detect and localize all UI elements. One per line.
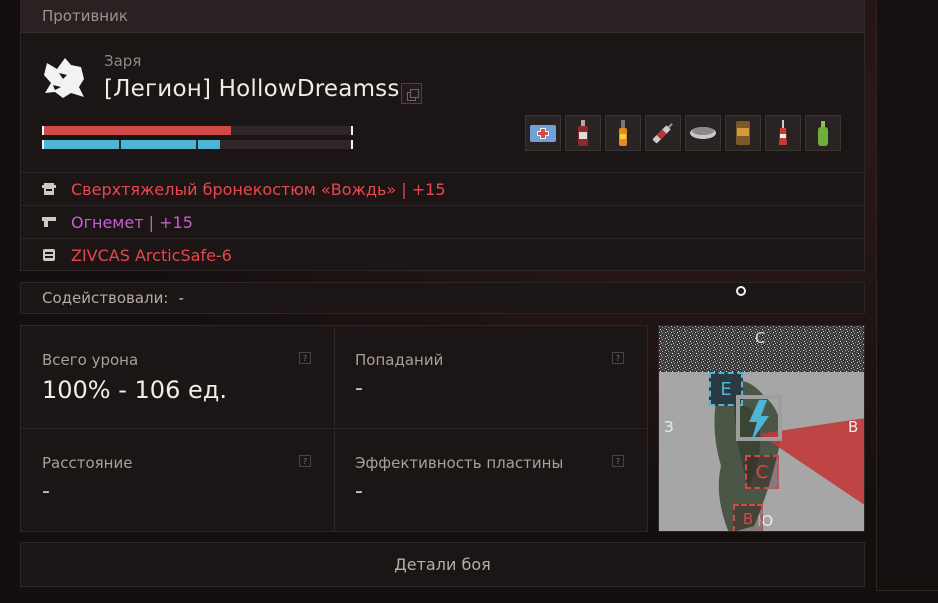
flare-icon[interactable] xyxy=(605,115,641,151)
armor-segment xyxy=(44,140,119,149)
stat-total-damage-label: Всего урона xyxy=(42,351,139,369)
armor-segment xyxy=(120,140,196,149)
opponent-panel: Противник Заря [Легион] HollowDreamss Св… xyxy=(20,0,865,271)
compass-east: В xyxy=(848,418,859,436)
player-rank: Заря xyxy=(104,52,142,70)
compass-west: З xyxy=(664,418,674,436)
consumables-row xyxy=(525,115,841,151)
stat-hits-label: Попаданий xyxy=(355,351,444,369)
panel-header: Противник xyxy=(21,0,864,33)
armor-icon xyxy=(42,183,56,195)
marker-e-label: E xyxy=(720,378,732,400)
health-bar xyxy=(42,126,353,135)
pills-icon[interactable] xyxy=(685,115,721,151)
player-position-icon xyxy=(736,395,782,442)
stat-plate-efficiency-value: - xyxy=(355,479,363,504)
stat-distance: Расстояние ? - xyxy=(21,429,334,532)
equipment-armor-label: Сверхтяжелый бронекостюм «Вождь» | +15 xyxy=(71,179,446,199)
marker-c-label: C xyxy=(755,461,769,483)
container-icon xyxy=(43,249,55,261)
battle-details-button[interactable]: Детали боя xyxy=(20,542,865,587)
hit-direction-map: С З В Ю E C B xyxy=(658,325,865,532)
help-icon[interactable]: ? xyxy=(299,455,311,467)
stat-hits-value: - xyxy=(355,376,363,401)
equipment-weapon-label: Огнемет | +15 xyxy=(71,212,193,232)
marker-b: B xyxy=(733,504,763,531)
status-bars xyxy=(42,126,353,154)
equipment-container[interactable]: ZIVCAS ArcticSafe-6 xyxy=(21,238,864,271)
stat-total-damage: Всего урона ? 100% - 106 ед. xyxy=(21,326,334,429)
stat-plate-efficiency: Эффективность пластины ? - xyxy=(334,429,647,532)
medkit-icon[interactable] xyxy=(525,115,561,151)
marker-c: C xyxy=(745,455,779,489)
stat-distance-label: Расстояние xyxy=(42,454,133,472)
health-bar-fill xyxy=(44,126,232,135)
help-icon[interactable]: ? xyxy=(612,352,624,364)
assisted-label: Содействовали: xyxy=(42,289,169,307)
equipment-armor[interactable]: Сверхтяжелый бронекостюм «Вождь» | +15 xyxy=(21,172,864,205)
assisted-value: - xyxy=(178,289,184,307)
stat-distance-value: - xyxy=(42,479,50,504)
marker-b-label: B xyxy=(742,510,754,528)
stat-total-damage-value: 100% - 106 ед. xyxy=(42,376,227,404)
equipment-container-label: ZIVCAS ArcticSafe-6 xyxy=(71,245,232,265)
equipment-list: Сверхтяжелый бронекостюм «Вождь» | +15 О… xyxy=(21,172,864,271)
red-bottle-icon[interactable] xyxy=(765,115,801,151)
player-name: [Легион] HollowDreamss xyxy=(104,76,400,102)
compass-north: С xyxy=(755,329,766,347)
battery-can-icon[interactable] xyxy=(725,115,761,151)
armor-segment xyxy=(197,140,221,149)
damage-stats: Всего урона ? 100% - 106 ед. Попаданий ?… xyxy=(20,325,648,532)
weapon-icon xyxy=(42,217,56,227)
stat-hits: Попаданий ? - xyxy=(334,326,647,429)
stim-bottle-icon[interactable] xyxy=(565,115,601,151)
mouse-cursor xyxy=(736,286,746,296)
help-icon[interactable]: ? xyxy=(299,352,311,364)
right-side-panel xyxy=(876,0,938,591)
wolf-emblem-icon xyxy=(44,58,84,98)
injector-icon[interactable] xyxy=(645,115,681,151)
help-icon[interactable]: ? xyxy=(612,455,624,467)
copy-name-icon[interactable] xyxy=(401,83,422,104)
equipment-weapon[interactable]: Огнемет | +15 xyxy=(21,205,864,238)
armor-bar xyxy=(42,140,353,149)
stat-plate-efficiency-label: Эффективность пластины xyxy=(355,454,564,472)
green-bottle-icon[interactable] xyxy=(805,115,841,151)
